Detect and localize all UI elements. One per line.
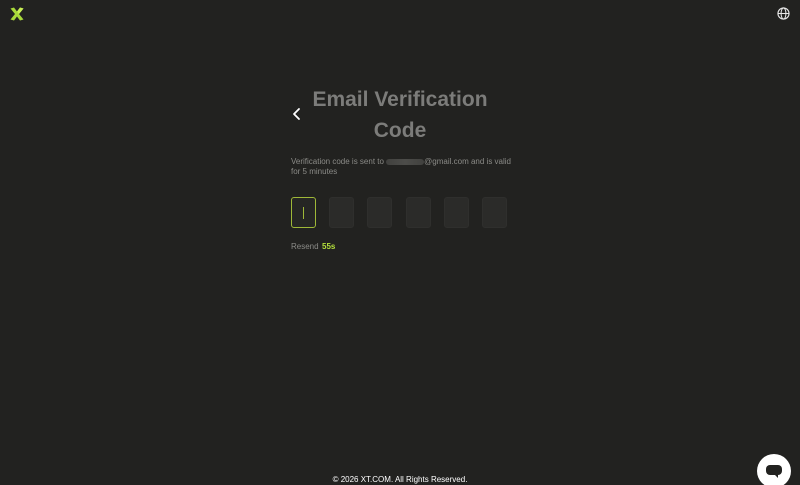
page-title: Email Verification Code — [290, 84, 510, 146]
support-chat-button[interactable] — [757, 454, 791, 485]
masked-email — [386, 158, 425, 165]
globe-icon[interactable] — [777, 7, 790, 20]
description-prefix: Verification code is sent to — [291, 157, 387, 166]
footer-copyright: © 2026 XT.COM. All Rights Reserved. — [332, 475, 468, 484]
verification-page: Email Verification Code Verification cod… — [0, 0, 800, 485]
code-digit-input-5[interactable] — [444, 197, 469, 228]
code-digit-input-3[interactable] — [367, 197, 392, 228]
code-digit-input-2[interactable] — [329, 197, 354, 228]
text-caret — [303, 207, 304, 219]
resend-countdown: 55s — [322, 242, 336, 251]
verification-description: Verification code is sent to @gmail.com … — [291, 157, 521, 177]
page-title-line-2: Code — [373, 119, 427, 142]
xt-logo-icon[interactable] — [9, 6, 25, 22]
page-title-line-1: Email Verification — [312, 88, 488, 111]
code-digit-input-1[interactable] — [291, 197, 316, 228]
code-digit-input-6[interactable] — [482, 197, 507, 228]
resend-link[interactable]: Resend — [291, 242, 319, 251]
code-digit-input-4[interactable] — [406, 197, 431, 228]
